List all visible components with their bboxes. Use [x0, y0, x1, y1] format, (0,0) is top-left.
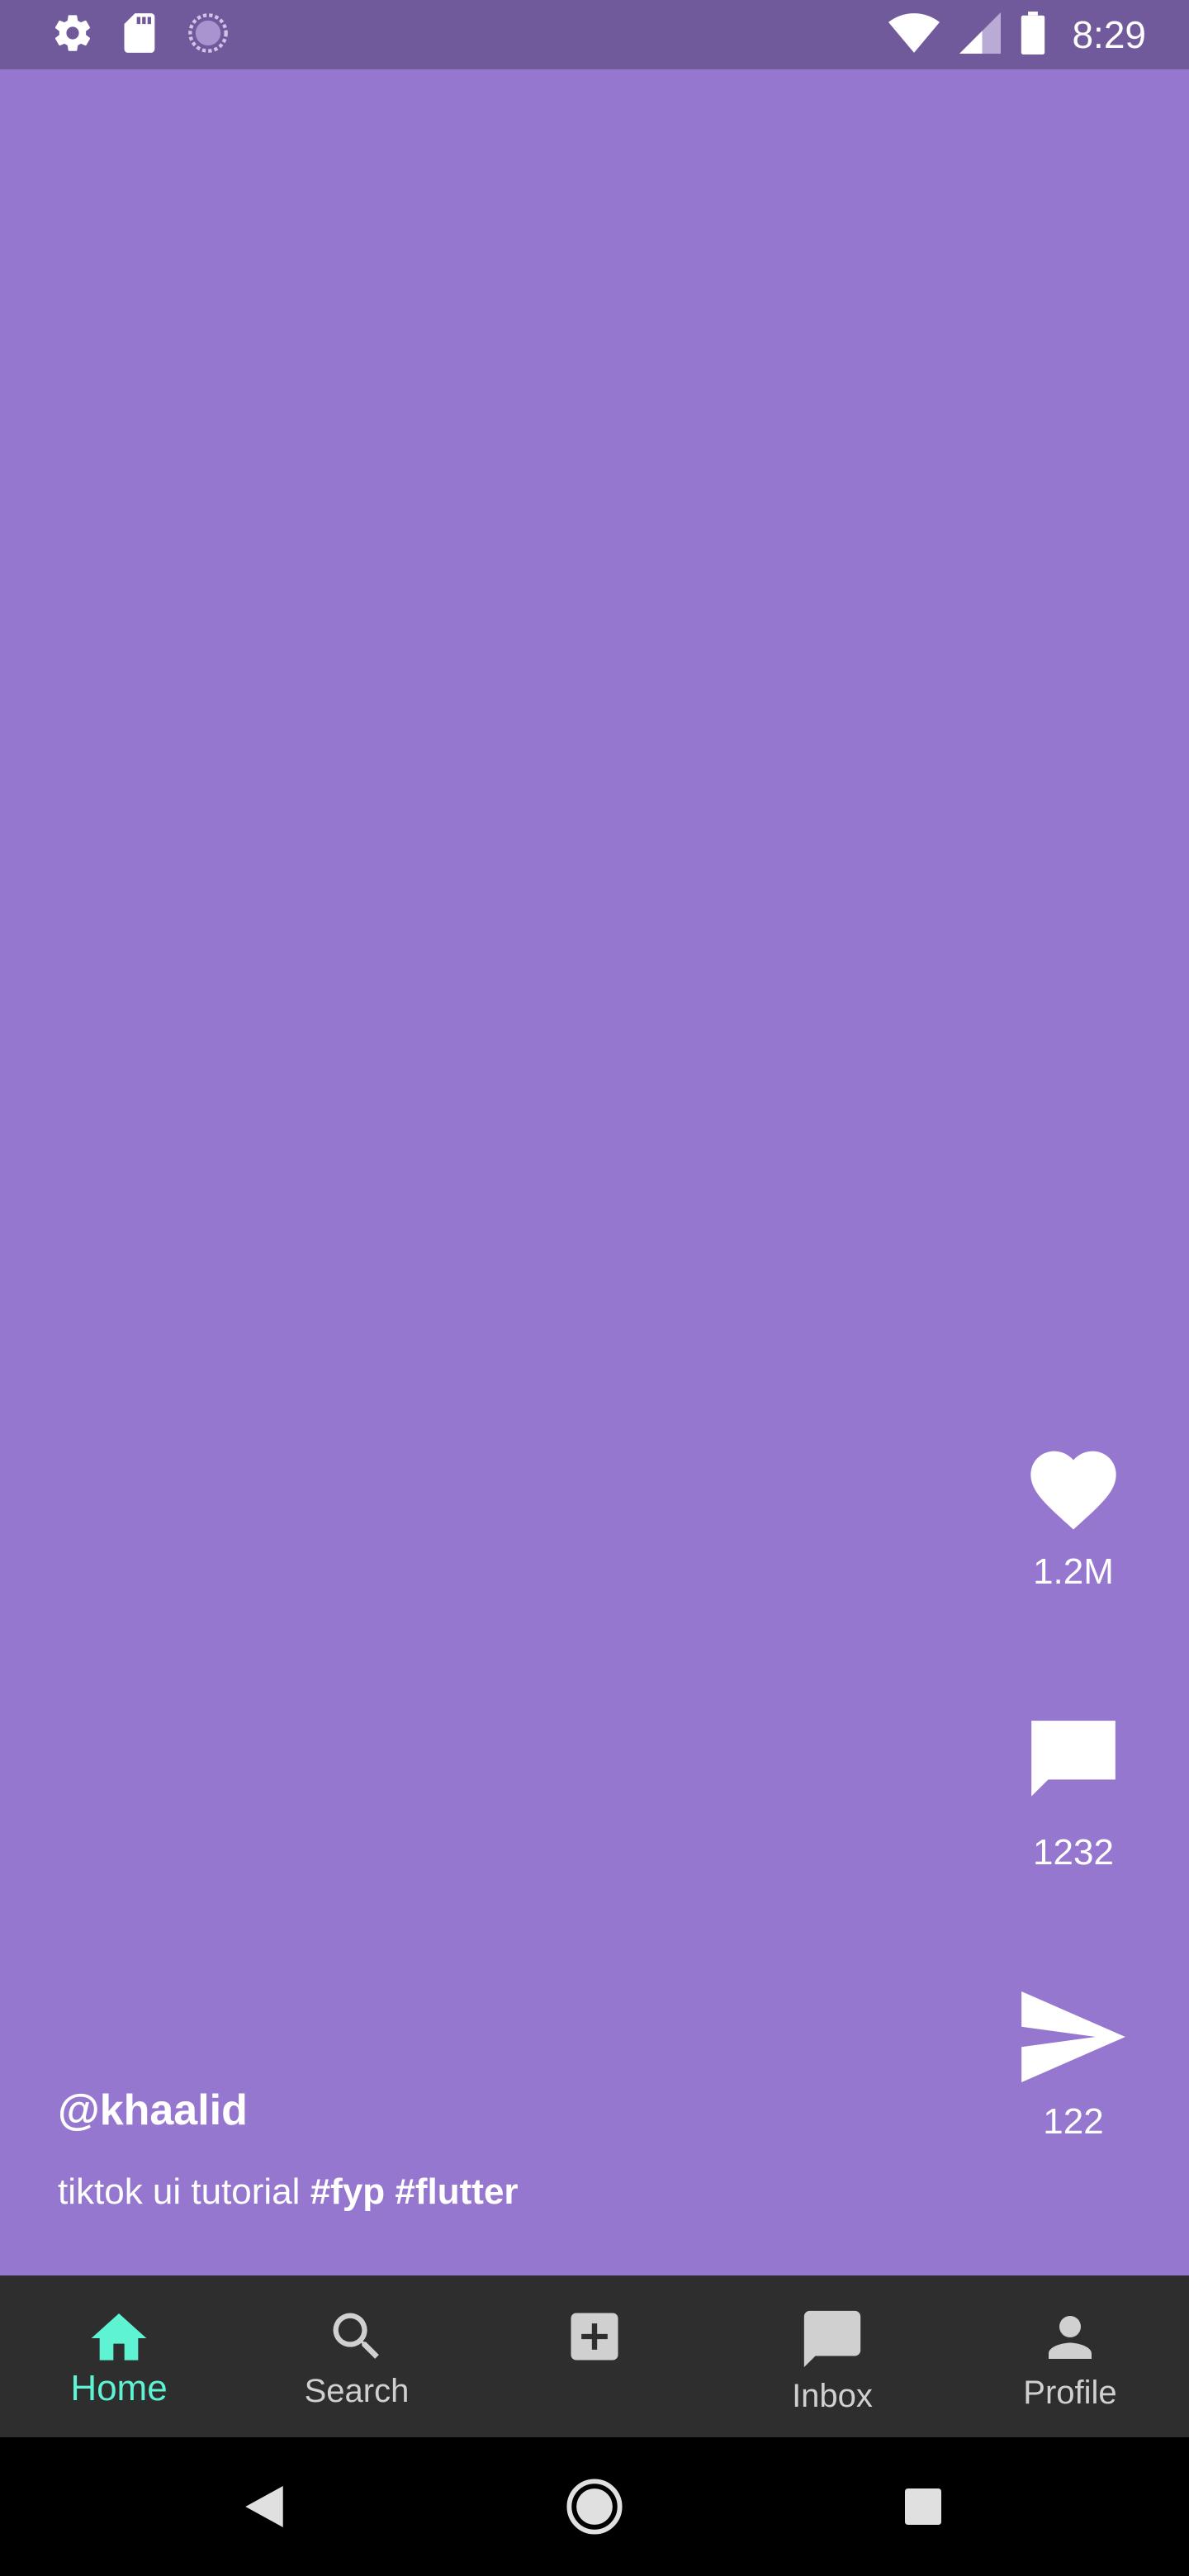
heart-icon — [1030, 1451, 1116, 1530]
back-icon — [245, 2486, 283, 2527]
person-icon — [1049, 2316, 1092, 2359]
like-count: 1.2M — [1033, 1551, 1114, 1592]
home-system-button[interactable] — [528, 2437, 661, 2576]
video-description: tiktok ui tutorial #fyp #flutter — [58, 2171, 519, 2213]
share-button[interactable]: 122 — [1016, 1991, 1131, 2143]
comment-button[interactable]: 1232 — [1016, 1712, 1131, 1873]
loading-icon — [187, 12, 230, 59]
battery-icon — [1021, 11, 1045, 59]
add-box-icon — [571, 2313, 618, 2361]
hashtag-flutter[interactable]: #flutter — [395, 2171, 518, 2212]
nav-inbox-label: Inbox — [792, 2378, 873, 2414]
like-button[interactable]: 1.2M — [1016, 1438, 1131, 1593]
nav-add[interactable] — [476, 2275, 713, 2437]
send-icon — [1021, 1991, 1125, 2082]
share-count: 122 — [1043, 2101, 1104, 2142]
bottom-nav: Home Search Inbox Profile — [0, 2275, 1189, 2437]
status-left-icons — [51, 12, 230, 59]
status-time: 8:29 — [1072, 13, 1146, 56]
system-nav-bar — [0, 2437, 1189, 2576]
back-button[interactable] — [198, 2437, 330, 2576]
chat-bubble-icon — [803, 2310, 861, 2368]
recents-icon — [905, 2488, 941, 2525]
status-bar: 8:29 — [0, 0, 1189, 69]
video-player[interactable] — [0, 69, 1189, 2275]
gear-icon — [51, 12, 94, 59]
sd-card-icon — [122, 12, 159, 59]
hashtag-fyp[interactable]: #fyp — [310, 2171, 385, 2212]
comment-count: 1232 — [1033, 1832, 1114, 1873]
nav-profile[interactable]: Profile — [951, 2275, 1189, 2437]
nav-search[interactable]: Search — [238, 2275, 476, 2437]
nav-home-label: Home — [70, 2368, 168, 2408]
home-icon — [91, 2313, 147, 2361]
nav-search-label: Search — [304, 2373, 410, 2409]
status-right-icons: 8:29 — [888, 11, 1146, 59]
video-username[interactable]: @khaalid — [58, 2086, 248, 2135]
nav-home[interactable]: Home — [0, 2275, 238, 2437]
nav-profile-label: Profile — [1023, 2375, 1117, 2411]
description-text: tiktok ui tutorial — [58, 2171, 301, 2212]
search-icon — [333, 2313, 379, 2359]
comment-icon — [1031, 1721, 1116, 1797]
wifi-icon — [888, 12, 940, 57]
signal-icon — [959, 12, 1002, 58]
nav-inbox[interactable]: Inbox — [713, 2275, 951, 2437]
recents-button[interactable] — [857, 2437, 989, 2576]
home-circle-icon — [566, 2479, 623, 2535]
